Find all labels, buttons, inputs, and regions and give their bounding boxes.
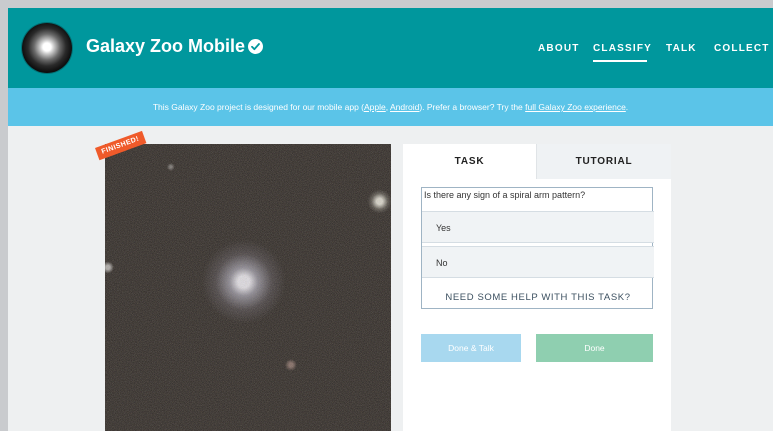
- tab-task[interactable]: TASK: [403, 144, 536, 179]
- banner-text: This Galaxy Zoo project is designed for …: [152, 102, 364, 112]
- nav-collect[interactable]: COLLECT: [714, 43, 770, 54]
- banner-text-end: .: [625, 102, 629, 112]
- task-question: Is there any sign of a spiral arm patter…: [424, 190, 586, 200]
- tab-tutorial[interactable]: TUTORIAL: [536, 144, 671, 179]
- task-panel: TASK TUTORIAL Is there any sign of a spi…: [403, 144, 671, 431]
- full-galaxy-zoo-link[interactable]: full Galaxy Zoo experience: [525, 102, 626, 112]
- image-noise: [105, 144, 391, 431]
- verified-check-icon: [248, 39, 263, 54]
- android-link[interactable]: Android: [390, 102, 419, 112]
- page-frame: Galaxy Zoo Mobile ABOUT CLASSIFY TALK CO…: [8, 8, 773, 431]
- galaxy-subject-image: [105, 144, 391, 431]
- top-header: Galaxy Zoo Mobile ABOUT CLASSIFY TALK CO…: [8, 8, 773, 88]
- done-and-talk-button[interactable]: Done & Talk: [421, 334, 521, 362]
- done-button[interactable]: Done: [536, 334, 653, 362]
- mobile-app-banner: This Galaxy Zoo project is designed for …: [8, 88, 773, 126]
- nav-active-indicator: [593, 60, 647, 62]
- apple-link[interactable]: Apple: [364, 102, 386, 112]
- answer-no-button[interactable]: No: [422, 246, 654, 278]
- nav-about[interactable]: ABOUT: [538, 43, 580, 54]
- task-help-link[interactable]: NEED SOME HELP WITH THIS TASK?: [422, 292, 654, 303]
- nav-talk[interactable]: TALK: [666, 43, 697, 54]
- answer-yes-button[interactable]: Yes: [422, 211, 654, 243]
- task-question-box: Is there any sign of a spiral arm patter…: [421, 187, 654, 309]
- project-title[interactable]: Galaxy Zoo Mobile: [86, 36, 245, 57]
- nav-classify[interactable]: CLASSIFY: [593, 43, 652, 54]
- project-avatar[interactable]: [22, 23, 72, 73]
- banner-text-middle: ). Prefer a browser? Try the: [419, 102, 526, 112]
